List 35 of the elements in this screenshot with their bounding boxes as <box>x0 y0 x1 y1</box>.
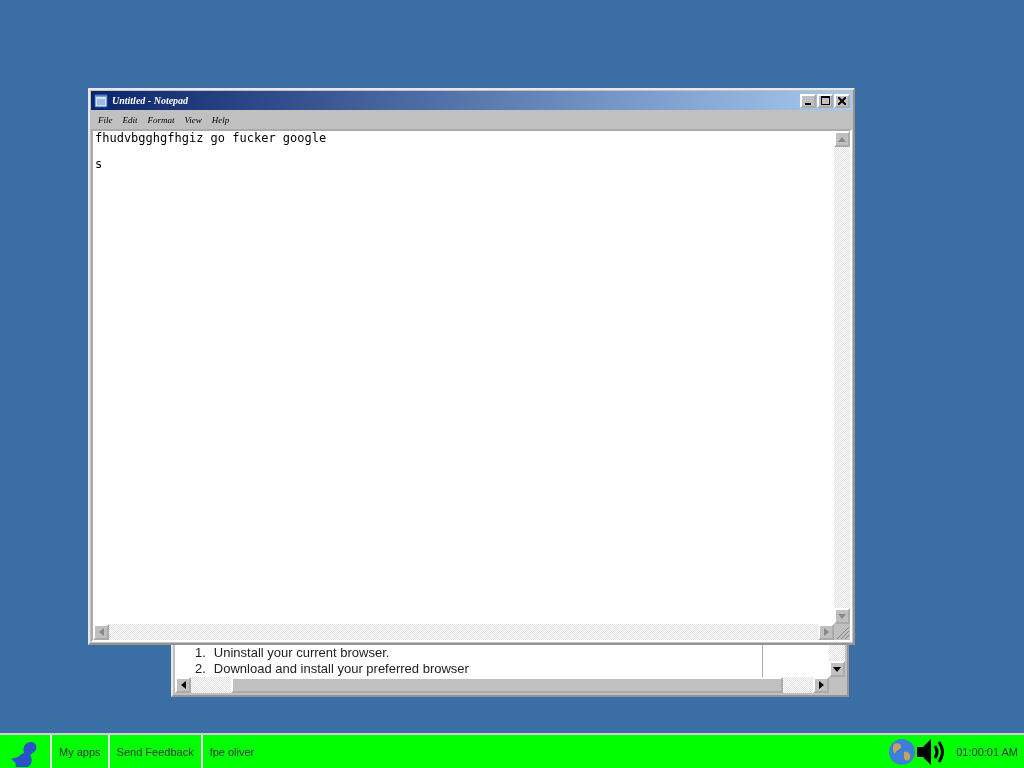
scroll-up-button[interactable] <box>834 131 850 147</box>
maximize-icon <box>820 96 830 105</box>
window-title: Untitled - Notepad <box>112 95 189 106</box>
minimize-icon <box>805 102 811 105</box>
list-number: 2. <box>195 661 206 677</box>
taskbar-button[interactable]: fpe oliver <box>200 735 262 768</box>
scroll-right-button[interactable] <box>813 677 829 693</box>
menu-item[interactable]: File <box>98 115 113 125</box>
resize-grip-icon[interactable] <box>834 624 850 640</box>
notepad-icon <box>94 93 108 108</box>
menu-item[interactable]: Help <box>211 115 230 125</box>
down-arrow-icon <box>838 613 846 619</box>
maximize-button[interactable] <box>817 93 833 108</box>
list-item-text: Download and install your preferred browser <box>213 661 469 677</box>
right-arrow-icon <box>823 628 829 636</box>
close-icon <box>838 96 846 105</box>
clock: 01:00:01 AM <box>956 745 1018 758</box>
scroll-left-button[interactable] <box>175 677 191 693</box>
left-arrow-icon <box>98 628 104 636</box>
menu-item[interactable]: View <box>184 115 202 125</box>
list-item-text: Uninstall your current browser. <box>213 645 390 661</box>
close-button[interactable] <box>834 93 850 108</box>
scroll-down-button[interactable] <box>829 661 845 677</box>
left-arrow-icon <box>180 681 186 689</box>
taskbar-button[interactable]: Send Feedback <box>107 735 201 768</box>
down-arrow-icon <box>833 666 841 672</box>
text-area[interactable]: fhudvbgghgfhgiz go fucker google s <box>93 131 834 624</box>
scrollbar-thumb[interactable] <box>231 677 783 693</box>
taskbar-button[interactable]: My apps <box>50 735 108 768</box>
list-number: 1. <box>195 645 206 661</box>
menu-item[interactable]: Format <box>147 115 175 125</box>
minimize-button[interactable] <box>800 93 816 108</box>
menu-item[interactable]: Edit <box>122 115 138 125</box>
right-arrow-icon <box>818 681 824 689</box>
up-arrow-icon <box>838 136 846 142</box>
